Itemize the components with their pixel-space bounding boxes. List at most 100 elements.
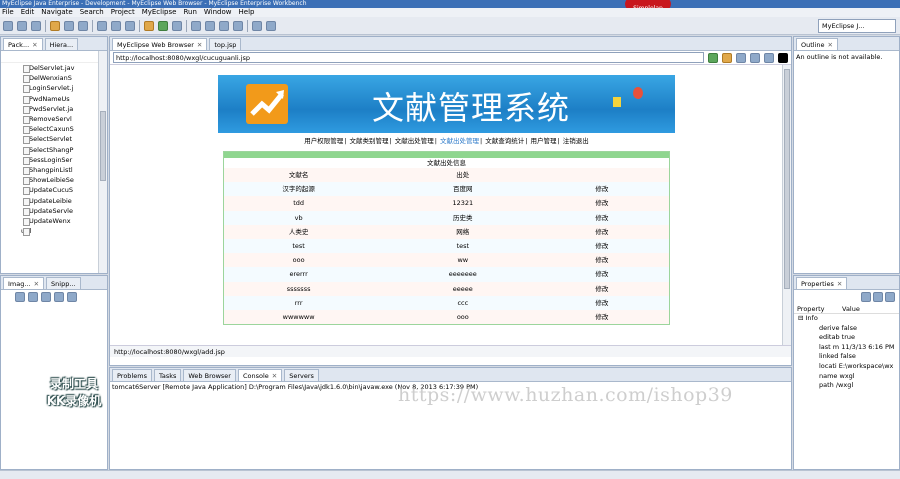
tree-item[interactable]: DelWenxianS xyxy=(1,73,107,84)
nav-logout[interactable]: 注销退出 xyxy=(562,137,590,145)
restore-default-icon[interactable] xyxy=(885,292,895,302)
forward-icon[interactable] xyxy=(750,52,760,63)
new-jsp-icon[interactable] xyxy=(125,20,135,31)
tab-package-explorer[interactable]: Pack... ✕ xyxy=(3,38,43,50)
edit-link[interactable]: 修改 xyxy=(552,211,669,225)
run-icon[interactable] xyxy=(158,20,168,31)
property-row[interactable]: name wxgl xyxy=(794,372,899,382)
nav-user-permissions[interactable]: 用户权限管理 xyxy=(303,137,344,145)
menu-window[interactable]: Window xyxy=(204,8,232,17)
fit-icon[interactable] xyxy=(41,292,51,302)
edit-link[interactable]: 修改 xyxy=(552,296,669,310)
tree-item[interactable]: UpdateLeibie xyxy=(1,196,107,206)
scroll-thumb[interactable] xyxy=(100,111,106,181)
edit-link[interactable]: 修改 xyxy=(552,282,669,296)
nav-source-manage[interactable]: 文献出处管理 xyxy=(394,137,435,145)
tab-image[interactable]: Imag... ✕ xyxy=(3,277,45,289)
server-icon[interactable] xyxy=(78,20,88,31)
menu-help[interactable]: Help xyxy=(239,8,255,17)
browser-scrollbar[interactable] xyxy=(782,65,791,345)
stop-icon[interactable] xyxy=(722,52,732,63)
edit-link[interactable]: 修改 xyxy=(552,253,669,267)
tree-item[interactable]: UpdateWenx xyxy=(1,216,107,227)
zoom-in-icon[interactable] xyxy=(15,292,25,302)
tab-problems[interactable]: Problems xyxy=(112,369,152,381)
properties-group[interactable]: ⊟ Info xyxy=(794,314,899,324)
external-tools-icon[interactable] xyxy=(172,20,182,31)
edit-link[interactable]: 修改 xyxy=(552,225,669,239)
annotation-prev-icon[interactable] xyxy=(233,20,243,31)
tab-hierarchy[interactable]: Hiera... xyxy=(44,38,79,50)
new-icon[interactable] xyxy=(3,20,13,31)
tab-outline[interactable]: Outline ✕ xyxy=(796,38,838,50)
url-input[interactable]: http://localhost:8080/wxgl/cucuguanli.js… xyxy=(113,52,704,63)
menu-project[interactable]: Project xyxy=(111,8,135,17)
edit-link[interactable]: 修改 xyxy=(552,196,669,210)
tab-snippets[interactable]: Snipp... xyxy=(46,277,81,289)
tree-item[interactable]: SelectServlet xyxy=(1,134,107,145)
categories-icon[interactable] xyxy=(861,292,871,302)
tree-item[interactable]: ShangpinListl xyxy=(1,165,107,176)
annotation-next-icon[interactable] xyxy=(219,20,229,31)
edit-link[interactable]: 修改 xyxy=(552,239,669,253)
property-row[interactable]: linked false xyxy=(794,352,899,362)
edit-link[interactable]: 修改 xyxy=(552,182,669,196)
forward-icon[interactable] xyxy=(266,20,276,31)
edit-link[interactable]: 修改 xyxy=(552,310,669,324)
tree-item[interactable]: SelectShangP xyxy=(1,145,107,155)
tree-item-util[interactable]: util xyxy=(1,226,107,237)
search-icon[interactable] xyxy=(191,20,201,31)
tree-item[interactable]: LoginServlet.j xyxy=(1,83,107,94)
back-icon[interactable] xyxy=(736,52,746,63)
menu-navigate[interactable]: Navigate xyxy=(41,8,72,17)
tab-web-browser-view[interactable]: Web Browser xyxy=(183,369,236,381)
tab-servers[interactable]: Servers xyxy=(284,369,319,381)
nav-source-manage-active[interactable]: 文献出处管理 xyxy=(439,137,480,145)
menu-file[interactable]: File xyxy=(2,8,14,17)
deploy-icon[interactable] xyxy=(64,20,74,31)
property-row[interactable]: path /wxgl xyxy=(794,381,899,391)
tab-tasks[interactable]: Tasks xyxy=(153,369,182,381)
tree-item[interactable]: SelectCaxunS xyxy=(1,124,107,135)
rotate-icon[interactable] xyxy=(67,292,77,302)
tab-console[interactable]: Console ✕ xyxy=(237,369,283,381)
new-servlet-icon[interactable] xyxy=(111,20,121,31)
tree-item[interactable]: ShowLeibieSe xyxy=(1,175,107,186)
property-row[interactable]: last m 11/3/13 6:16 PM xyxy=(794,343,899,353)
new-web-project-icon[interactable] xyxy=(97,20,107,31)
property-row[interactable]: derive false xyxy=(794,324,899,334)
maximize-icon[interactable] xyxy=(778,52,788,63)
nav-user-manage[interactable]: 用户管理 xyxy=(530,137,558,145)
tab-web-browser[interactable]: MyEclipse Web Browser ✕ xyxy=(112,38,208,50)
menu-myeclipse[interactable]: MyEclipse xyxy=(142,8,177,17)
actual-size-icon[interactable] xyxy=(54,292,64,302)
tree-scrollbar[interactable] xyxy=(98,51,107,273)
tree-item[interactable]: SessLoginSer xyxy=(1,155,107,166)
nav-query-stats[interactable]: 文献查询统计 xyxy=(484,137,525,145)
property-row[interactable]: editab true xyxy=(794,333,899,343)
tree-item[interactable]: RemoveServl xyxy=(1,114,107,125)
tree-item[interactable]: PwdNameUs xyxy=(1,94,107,104)
save-icon[interactable] xyxy=(17,20,27,31)
tree-item[interactable]: DelServlet.jav xyxy=(1,63,107,74)
menu-run[interactable]: Run xyxy=(183,8,196,17)
scroll-thumb[interactable] xyxy=(784,69,790,289)
tree-item[interactable]: PwdServlet.ja xyxy=(1,104,107,115)
print-icon[interactable] xyxy=(31,20,41,31)
menu-search[interactable]: Search xyxy=(80,8,104,17)
back-icon[interactable] xyxy=(252,20,262,31)
perspective-switcher[interactable]: MyEclipse J... xyxy=(818,19,896,33)
refresh-icon[interactable] xyxy=(764,52,774,63)
debug-icon[interactable] xyxy=(144,20,154,31)
tree-item[interactable]: UpdateServle xyxy=(1,206,107,217)
tab-top-jsp[interactable]: top.jsp xyxy=(209,38,242,50)
filter-icon[interactable] xyxy=(873,292,883,302)
tab-properties[interactable]: Properties ✕ xyxy=(796,277,848,289)
tree-item[interactable]: UpdateCucuS xyxy=(1,185,107,196)
open-task-icon[interactable] xyxy=(205,20,215,31)
nav-category-manage[interactable]: 文献类别管理 xyxy=(348,137,389,145)
open-type-icon[interactable] xyxy=(50,20,60,31)
edit-link[interactable]: 修改 xyxy=(552,267,669,281)
property-row[interactable]: locati E:\workspace\wx xyxy=(794,362,899,372)
go-icon[interactable] xyxy=(708,52,718,63)
